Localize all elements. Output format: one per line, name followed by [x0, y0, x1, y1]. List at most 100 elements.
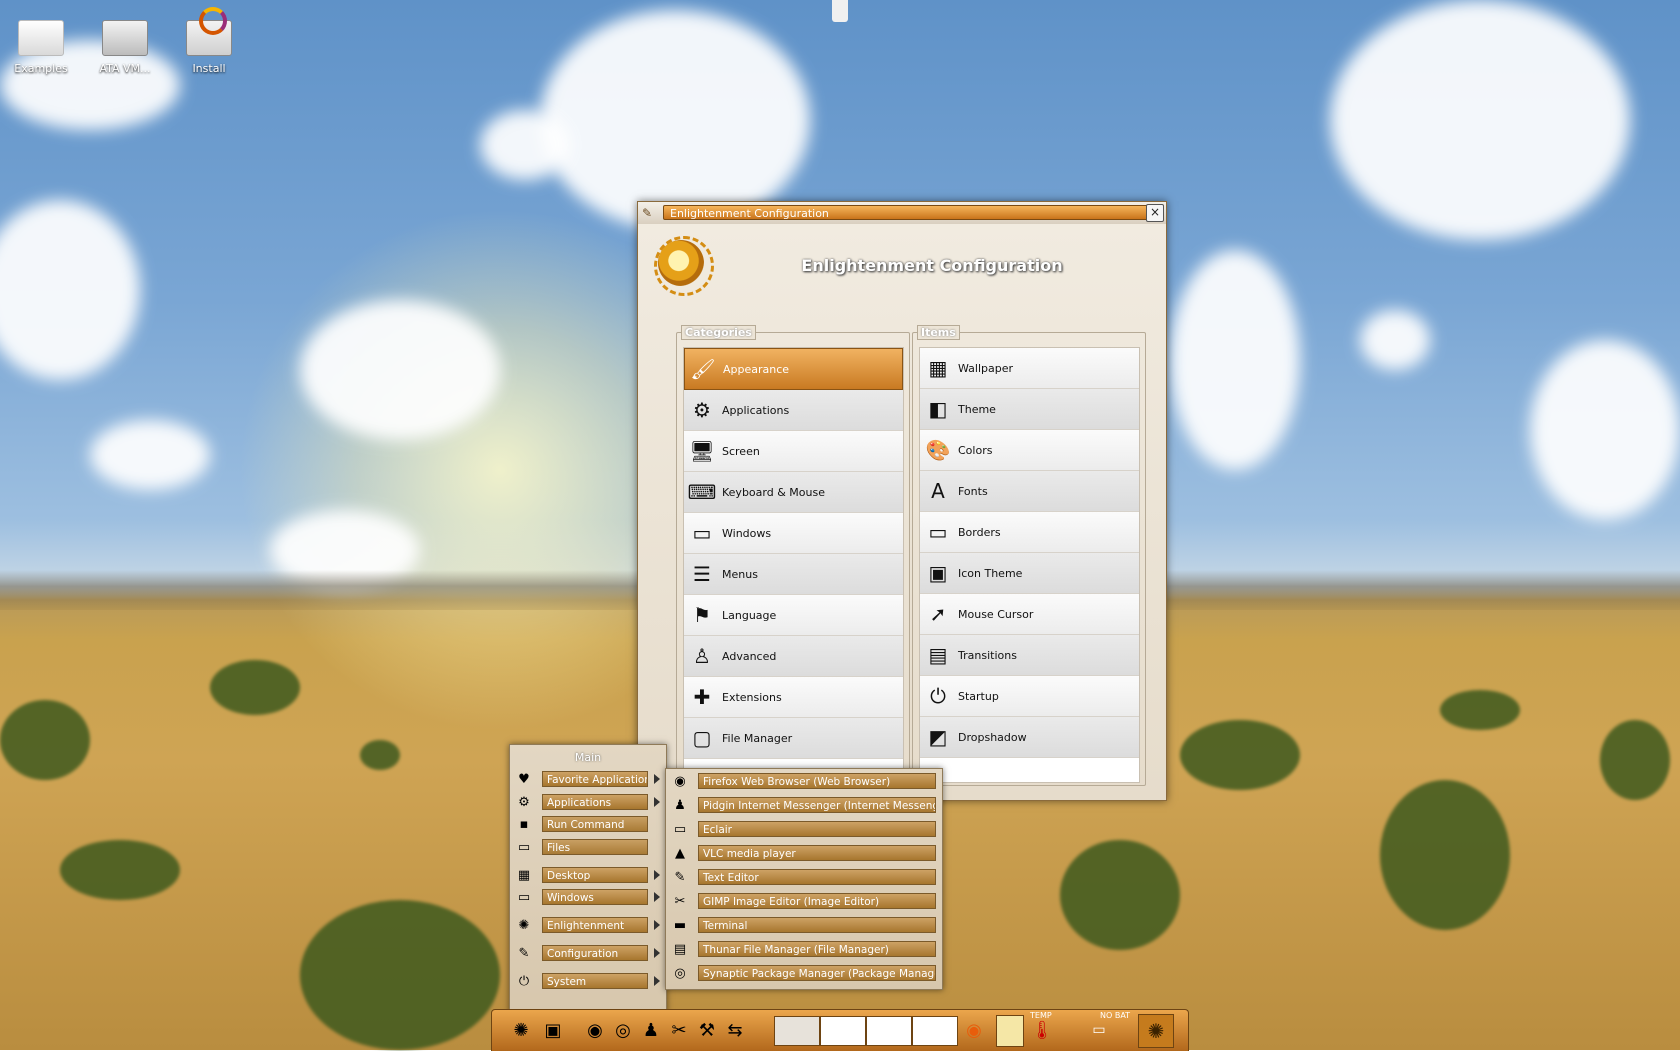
list-item-icon-theme[interactable]: ▣ Icon Theme [920, 553, 1139, 594]
cloud [1330, 0, 1630, 240]
list-item-label: Language [722, 608, 777, 622]
list-item-label: Mouse Cursor [958, 607, 1034, 621]
pidgin-icon[interactable]: ♟ [638, 1015, 664, 1045]
monitor-icon[interactable]: ▣ [540, 1015, 566, 1045]
clock-gadget-icon[interactable]: ✺ [1138, 1014, 1174, 1048]
desktop-icon-examples[interactable]: Examples [1, 20, 81, 75]
favorite-app-item[interactable]: ▭ Eclair [670, 819, 938, 841]
list-item-transitions[interactable]: ▤ Transitions [920, 635, 1139, 676]
menu-item-configuration[interactable]: ✎ Configuration [514, 943, 662, 965]
window-titlebar[interactable]: ✎ Enlightenment Configuration × [638, 202, 1166, 224]
list-item-appearance[interactable]: 🖌 Appearance [684, 348, 903, 390]
favorite-app-label: GIMP Image Editor (Image Editor) [698, 893, 936, 909]
pager-desk-2[interactable] [820, 1016, 866, 1046]
menu-item-label: Favorite Applications [542, 771, 648, 787]
cloud [90, 420, 210, 490]
list-item-advanced[interactable]: ♙ Advanced [684, 636, 903, 677]
list-item-windows[interactable]: ▭ Windows [684, 513, 903, 554]
favorite-app-item[interactable]: ♟ Pidgin Internet Messenger (Internet Mes… [670, 795, 938, 817]
desktop-icon-drive[interactable]: ATA VM... [85, 15, 165, 75]
menu-item-favorite-applications[interactable]: ♥ Favorite Applications [514, 769, 662, 791]
pager-desk-3[interactable] [866, 1016, 912, 1046]
gimp-icon[interactable]: ✂ [666, 1015, 692, 1045]
thunar-icon: ▤ [673, 942, 687, 957]
cloud [0, 200, 140, 380]
favorite-app-item[interactable]: ▬ Terminal [670, 915, 938, 937]
list-item-wallpaper[interactable]: ▦ Wallpaper [920, 348, 1139, 389]
menu-item-label: Enlightenment [542, 917, 648, 933]
menu-item-windows[interactable]: ▭ Windows [514, 887, 662, 909]
tree [360, 740, 400, 770]
window-menu-icon[interactable]: ✎ [642, 206, 658, 220]
desktop-icon-install[interactable]: Install [169, 7, 249, 75]
network-icon[interactable]: ⇆ [722, 1015, 748, 1045]
file-manager-icon: ▢ [692, 726, 712, 750]
thunderbird-icon[interactable]: ◎ [610, 1015, 636, 1045]
favorite-app-label: Text Editor [698, 869, 936, 885]
list-item-colors[interactable]: 🎨 Colors [920, 430, 1139, 471]
list-item-extensions[interactable]: ✚ Extensions [684, 677, 903, 718]
windows-icon: ▭ [692, 521, 712, 545]
list-item-language[interactable]: ⚑ Language [684, 595, 903, 636]
favorite-app-item[interactable]: ◎ Synaptic Package Manager (Package Manag… [670, 963, 938, 985]
menu-item-enlightenment[interactable]: ✺ Enlightenment [514, 915, 662, 937]
heart-icon: ♥ [518, 772, 530, 787]
firefox-icon: ◉ [674, 774, 686, 789]
notes-icon[interactable] [996, 1015, 1024, 1047]
list-item-borders[interactable]: ▭ Borders [920, 512, 1139, 553]
list-item-mouse-cursor[interactable]: ➚ Mouse Cursor [920, 594, 1139, 635]
close-button[interactable]: × [1146, 204, 1164, 222]
pager-desk-1[interactable] [774, 1016, 820, 1046]
list-item-label: Windows [722, 526, 772, 540]
cloud [1530, 340, 1680, 520]
system-icon: ⏻ [518, 974, 530, 989]
cloud [300, 300, 500, 440]
menu-item-desktop[interactable]: ▦ Desktop [514, 865, 662, 887]
list-item-dropshadow[interactable]: ◩ Dropshadow [920, 717, 1139, 758]
window-title: Enlightenment Configuration [663, 205, 1153, 220]
top-shelf-handle[interactable] [832, 0, 848, 22]
list-item-fonts[interactable]: A Fonts [920, 471, 1139, 512]
list-item-menus[interactable]: ☰ Menus [684, 554, 903, 595]
firefox-task-icon[interactable]: ◉ [958, 1015, 990, 1045]
theme-icon: ◧ [928, 397, 948, 421]
list-item-startup[interactable]: ⏻ Startup [920, 676, 1139, 717]
list-item-label: Appearance [723, 362, 790, 376]
firefox-icon[interactable]: ◉ [582, 1015, 608, 1045]
configuration-icon: ✎ [518, 946, 530, 961]
gimp-icon: ✂ [674, 894, 686, 909]
favorite-app-item[interactable]: ✎ Text Editor [670, 867, 938, 889]
menu-item-label: Desktop [542, 867, 648, 883]
menu-item-label: Run Command [542, 816, 648, 832]
favorite-app-item[interactable]: ▤ Thunar File Manager (File Manager) [670, 939, 938, 961]
appearance-icon: 🖌 [690, 357, 716, 381]
items-list: ▦ Wallpaper ◧ Theme 🎨 Colors A Fonts ▭ Borders ▣ Ic… [919, 347, 1140, 783]
menu-item-applications[interactable]: ⚙ Applications [514, 792, 662, 814]
menu-item-system[interactable]: ⏻ System [514, 971, 662, 993]
list-item-applications[interactable]: ⚙ Applications [684, 390, 903, 431]
cloud [1170, 250, 1300, 470]
window-icon: ▭ [673, 822, 687, 837]
list-item-screen[interactable]: 🖥 Screen [684, 431, 903, 472]
menu-item-run-command[interactable]: ▪ Run Command [514, 814, 662, 836]
list-item-theme[interactable]: ◧ Theme [920, 389, 1139, 430]
favorite-app-item[interactable]: ◉ Firefox Web Browser (Web Browser) [670, 771, 938, 793]
pager-desk-4[interactable] [912, 1016, 958, 1046]
desktop-icon-label: Examples [14, 62, 68, 75]
desktop-icon-label: Install [192, 62, 226, 75]
submenu-arrow-icon [654, 920, 660, 930]
package-icon[interactable]: ⚒ [694, 1015, 720, 1045]
menu-item-files[interactable]: ▭ Files [514, 837, 662, 859]
list-item-label: Menus [722, 567, 758, 581]
favorite-app-label: Firefox Web Browser (Web Browser) [698, 773, 936, 789]
start-icon[interactable]: ✺ [508, 1015, 534, 1045]
list-item-label: Dropshadow [958, 730, 1027, 744]
icon-theme-icon: ▣ [928, 561, 948, 585]
favorite-app-label: Synaptic Package Manager (Package Manage… [698, 965, 936, 981]
favorite-app-item[interactable]: ✂ GIMP Image Editor (Image Editor) [670, 891, 938, 913]
cloud [1360, 310, 1430, 370]
list-item-file-manager[interactable]: ▢ File Manager [684, 718, 903, 759]
pidgin-icon: ♟ [674, 798, 686, 813]
list-item-keyboard-mouse[interactable]: ⌨ Keyboard & Mouse [684, 472, 903, 513]
favorite-app-item[interactable]: ▲ VLC media player [670, 843, 938, 865]
